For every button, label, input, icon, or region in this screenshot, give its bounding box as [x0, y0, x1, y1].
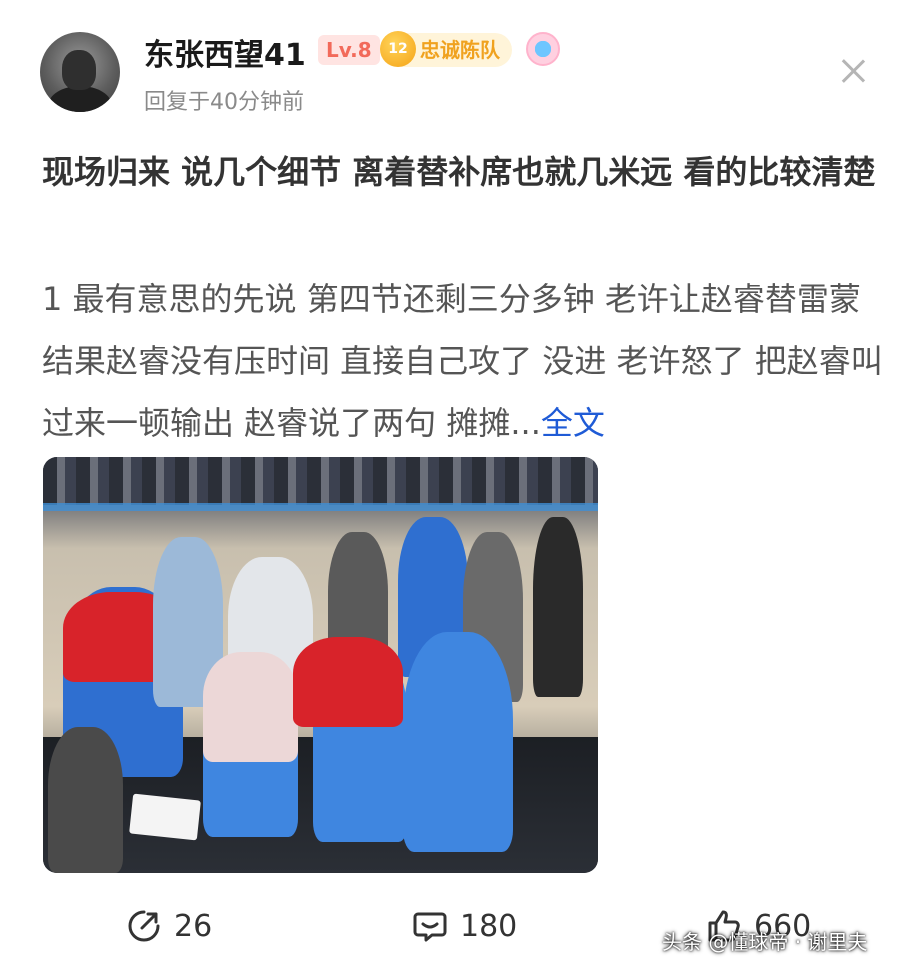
fan-level-icon: 12: [380, 31, 416, 67]
reply-time: 回复于40分钟前: [144, 90, 304, 115]
avatar-face: [62, 50, 96, 90]
photo-coach: [48, 727, 123, 873]
post-detail-page: 东张西望41 Lv.8 忠诚陈队 12 回复于40分钟前 现场归来 说几个细节 …: [0, 0, 922, 974]
post-body-text: 1 最有意思的先说 第四节还剩三分多钟 老许让赵睿替雷蒙 结果赵睿没有压时间 直…: [42, 280, 883, 442]
avatar[interactable]: [40, 32, 120, 112]
post-photo[interactable]: [43, 457, 598, 873]
source-watermark: 头条 @懂球帝 · 谢里夫: [662, 930, 868, 954]
post-title: 现场归来 说几个细节 离着替补席也就几米远 看的比较清楚: [42, 153, 876, 191]
photo-court-line: [43, 503, 598, 511]
share-icon: [128, 910, 160, 942]
comment-button[interactable]: 180: [412, 906, 517, 946]
post-body[interactable]: 1 最有意思的先说 第四节还剩三分多钟 老许让赵睿替雷蒙 结果赵睿没有压时间 直…: [42, 268, 890, 454]
photo-referee: [533, 517, 583, 697]
share-count: 26: [174, 908, 213, 944]
photo-crowd: [43, 457, 598, 505]
photo-clipboard: [129, 793, 201, 841]
verify-icon: [526, 32, 560, 66]
level-badge: Lv.8: [318, 35, 380, 65]
fan-badge-label: 忠诚陈队: [420, 38, 500, 62]
comment-icon: [413, 912, 447, 942]
photo-player: [403, 632, 513, 852]
close-icon[interactable]: [838, 56, 868, 86]
read-more-link[interactable]: 全文: [541, 404, 605, 442]
comment-count: 180: [460, 908, 518, 944]
photo-towel: [203, 652, 298, 762]
username[interactable]: 东张西望41: [144, 30, 306, 74]
photo-towel: [293, 637, 403, 727]
share-button[interactable]: 26: [126, 906, 212, 946]
